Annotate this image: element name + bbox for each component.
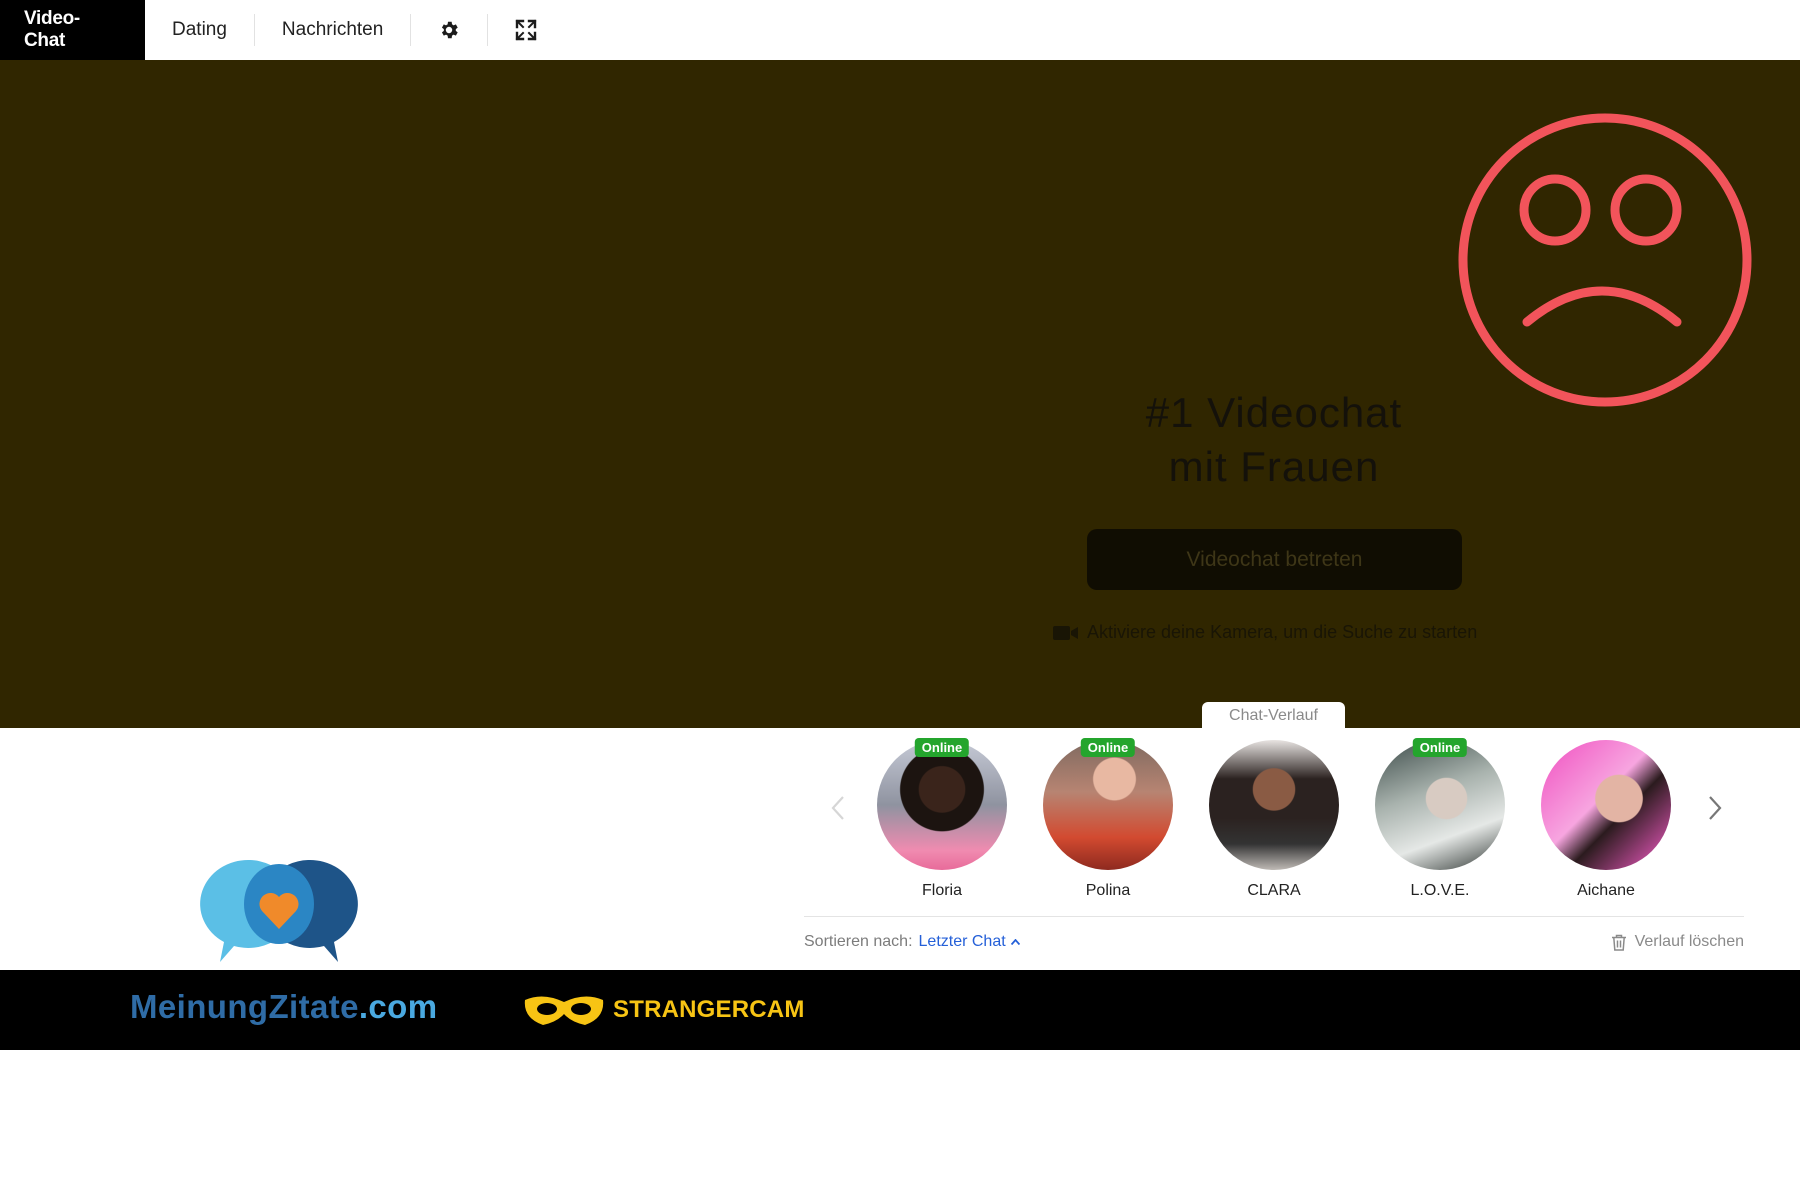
sort-control: Sortieren nach: Letzter Chat [804, 933, 1020, 951]
chevron-up-icon [1010, 939, 1020, 945]
clear-history-button[interactable]: Verlauf löschen [1611, 933, 1744, 951]
camera-hint: Aktiviere deine Kamera, um die Suche zu … [1053, 622, 1503, 643]
settings-button[interactable] [411, 0, 487, 60]
sort-value: Letzter Chat [918, 933, 1006, 950]
enter-videochat-button[interactable]: Videochat betreten [1087, 529, 1462, 590]
avatar [1043, 740, 1173, 870]
chevron-right-icon [1709, 796, 1722, 820]
contact-name: Aichane [1577, 882, 1635, 899]
online-badge: Online [1080, 738, 1136, 757]
tab-label: Dating [172, 19, 227, 40]
contact-card-love[interactable]: Online L.O.V.E. [1370, 738, 1510, 900]
tab-messages[interactable]: Nachrichten [255, 0, 410, 60]
video-stage: #1 Videochat mit Frauen Videochat betret… [0, 60, 1800, 728]
clear-history-label: Verlauf löschen [1634, 933, 1744, 950]
video-camera-icon [1053, 625, 1078, 640]
carousel-next-button[interactable] [1695, 788, 1735, 828]
mz-suffix: .com [358, 988, 438, 1025]
contact-name: Floria [921, 882, 962, 899]
trash-icon [1611, 934, 1626, 951]
avatar [877, 740, 1007, 870]
history-divider [804, 916, 1744, 917]
sad-face-icon [1458, 113, 1752, 407]
contact-card-aichane[interactable]: Aichane [1536, 740, 1676, 900]
hero-line-1: #1 Videochat [1145, 389, 1403, 436]
contact-name: CLARA [1247, 882, 1301, 899]
contact-card-polina[interactable]: Online Polina [1038, 738, 1178, 900]
avatar [1209, 740, 1339, 870]
fullscreen-icon [515, 19, 537, 41]
avatar [1375, 740, 1505, 870]
avatar [1541, 740, 1671, 870]
hero-title: #1 Videochat mit Frauen [1040, 386, 1508, 494]
contact-name: L.O.V.E. [1410, 882, 1470, 899]
page-blank-area [0, 1050, 1800, 1200]
footer-banner: MeinungZitate.com STRANGERCAM [0, 970, 1800, 1050]
mz-brand: MeinungZitate [130, 988, 359, 1025]
gear-icon [442, 21, 459, 39]
sort-dropdown[interactable]: Letzter Chat [919, 933, 1020, 951]
tab-label: Nachrichten [281, 19, 384, 40]
hero-line-2: mit Frauen [1168, 443, 1380, 490]
top-nav: Video-Chat Dating Nachrichten [0, 0, 1800, 60]
online-badge: Online [1412, 738, 1468, 757]
strangercam-wordmark: STRANGERCAM [613, 996, 805, 1023]
mask-icon [524, 996, 604, 1025]
chevron-left-icon [831, 796, 844, 820]
chat-history-panel: Online Floria Online Polina CLARA Online… [0, 728, 1800, 970]
chat-history-tab[interactable]: Chat-Verlauf [1202, 702, 1345, 729]
camera-hint-text: Aktiviere deine Kamera, um die Suche zu … [1087, 622, 1478, 642]
contact-card-clara[interactable]: CLARA [1204, 740, 1344, 900]
contact-card-floria[interactable]: Online Floria [872, 738, 1012, 900]
sort-label: Sortieren nach: [804, 933, 913, 950]
fullscreen-button[interactable] [488, 0, 564, 60]
carousel-prev-button[interactable] [818, 788, 858, 828]
tab-video-chat[interactable]: Video-Chat [0, 0, 145, 60]
meinungzitate-wordmark: MeinungZitate.com [130, 988, 437, 1026]
tab-dating[interactable]: Dating [145, 0, 254, 60]
online-badge: Online [914, 738, 970, 757]
strangercam-logo: STRANGERCAM [523, 992, 805, 1028]
contact-name: Polina [1085, 882, 1131, 899]
meinungzitate-logo-icon [200, 859, 358, 962]
tab-label: Video-Chat [24, 8, 80, 51]
